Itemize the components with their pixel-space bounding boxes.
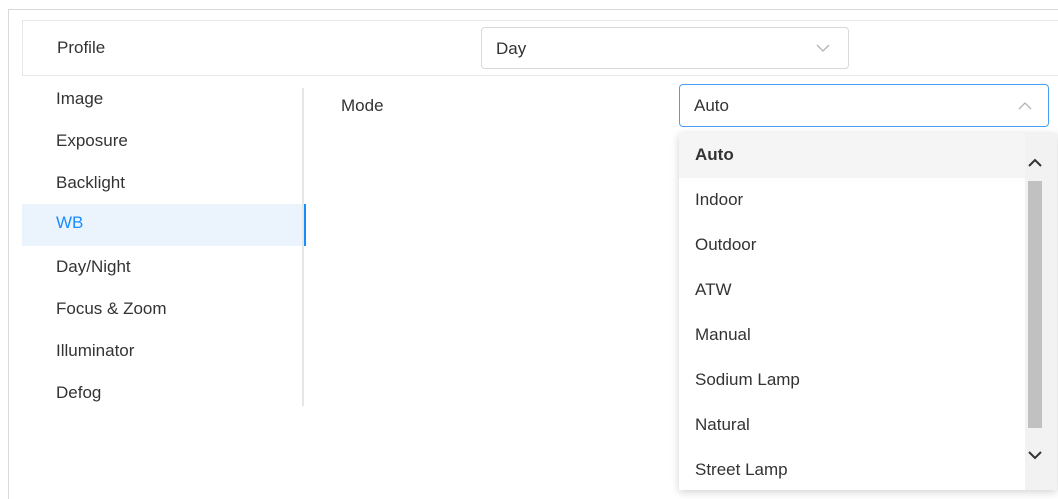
mode-option-label: Manual xyxy=(695,325,751,344)
profile-select-value: Day xyxy=(496,39,527,58)
sidebar-item-label: Focus & Zoom xyxy=(56,299,167,318)
mode-option-auto[interactable]: Auto xyxy=(679,133,1025,178)
mode-option-label: Indoor xyxy=(695,190,744,209)
sidebar-item-illuminator[interactable]: Illuminator xyxy=(22,332,304,374)
mode-option-manual[interactable]: Manual xyxy=(679,313,1025,358)
sidebar-item-label: Day/Night xyxy=(56,257,131,276)
sidebar-item-label: Defog xyxy=(56,383,102,402)
profile-label: Profile xyxy=(57,38,106,57)
chevron-up-icon xyxy=(1018,101,1034,111)
sidebar-item-label: Illuminator xyxy=(56,341,135,360)
scrollbar-thumb[interactable] xyxy=(1028,181,1042,428)
mode-option-label: Sodium Lamp xyxy=(695,370,800,389)
sidebar-item-label: Backlight xyxy=(56,173,125,192)
sidebar-item-label: WB xyxy=(56,213,84,232)
mode-option-indoor[interactable]: Indoor xyxy=(679,178,1025,223)
sidebar-divider xyxy=(302,88,304,406)
mode-option-label: ATW xyxy=(695,280,732,299)
profile-select[interactable]: Day xyxy=(481,27,849,69)
mode-option-outdoor[interactable]: Outdoor xyxy=(679,223,1025,268)
mode-option-label: Street Lamp xyxy=(695,460,788,479)
settings-sidebar: Image Exposure Backlight WB Day/Night Fo… xyxy=(22,80,306,408)
mode-option-natural[interactable]: Natural xyxy=(679,403,1025,448)
sidebar-item-label: Image xyxy=(56,89,104,108)
sidebar-item-image[interactable]: Image xyxy=(22,80,304,122)
sidebar-item-wb[interactable]: WB xyxy=(22,204,306,246)
sidebar-item-day-night[interactable]: Day/Night xyxy=(22,248,304,290)
mode-dropdown-list: Auto Indoor Outdoor ATW Manual Sodium La… xyxy=(679,133,1057,490)
mode-label: Mode xyxy=(341,96,384,115)
sidebar-item-defog[interactable]: Defog xyxy=(22,374,304,416)
mode-option-sodium-lamp[interactable]: Sodium Lamp xyxy=(679,358,1025,403)
sidebar-item-exposure[interactable]: Exposure xyxy=(22,122,304,164)
profile-row: Profile Day xyxy=(22,20,1058,76)
mode-select-value: Auto xyxy=(694,96,729,115)
dropdown-scrollbar[interactable] xyxy=(1025,133,1057,490)
mode-option-label: Auto xyxy=(695,145,734,164)
chevron-down-icon xyxy=(816,44,832,54)
mode-option-label: Natural xyxy=(695,415,750,434)
chevron-down-icon[interactable] xyxy=(1028,447,1042,461)
sidebar-item-focus-zoom[interactable]: Focus & Zoom xyxy=(22,290,304,332)
mode-option-atw[interactable]: ATW xyxy=(679,268,1025,313)
mode-select[interactable]: Auto xyxy=(679,84,1049,127)
mode-option-street-lamp[interactable]: Street Lamp xyxy=(679,448,1025,490)
sidebar-item-label: Exposure xyxy=(56,131,128,150)
chevron-up-icon[interactable] xyxy=(1028,155,1042,169)
mode-option-label: Outdoor xyxy=(695,235,757,254)
sidebar-item-backlight[interactable]: Backlight xyxy=(22,164,304,206)
